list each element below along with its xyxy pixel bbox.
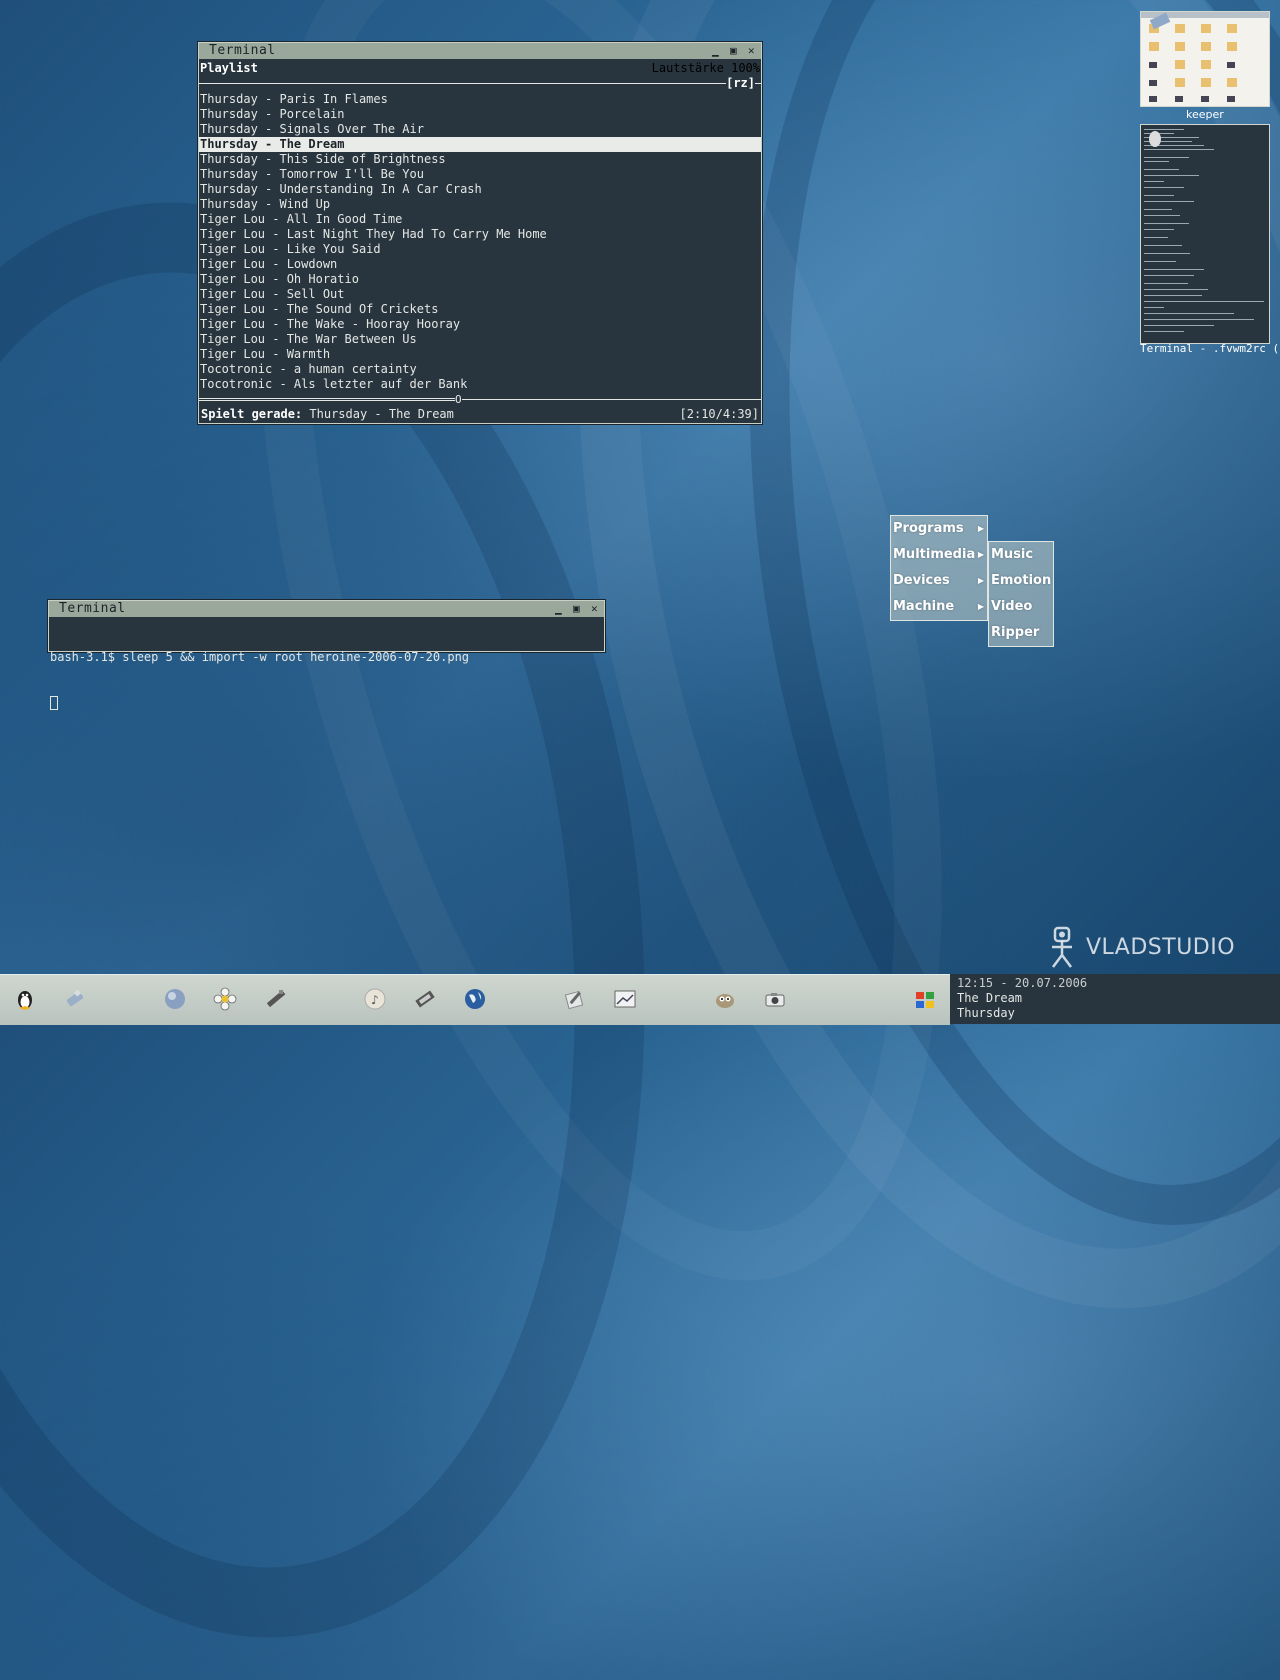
playlist-item[interactable]: Tiger Lou - The Wake - Hooray Hooray: [199, 317, 761, 332]
playlist-item[interactable]: Tiger Lou - Warmth: [199, 347, 761, 362]
window-controls: ▁ ▣ ✕: [710, 43, 757, 59]
submenu-item-music[interactable]: Music: [989, 542, 1053, 568]
maximize-icon[interactable]: ▣: [728, 43, 739, 59]
usb-stick-icon[interactable]: [63, 987, 87, 1011]
root-menu: Programs ▶ Multimedia ▶ Devices ▶ Machine ▶: [890, 515, 988, 621]
clock-track: The Dream: [957, 991, 1023, 1005]
chevron-right-icon: ▶: [977, 602, 984, 611]
menu-item-devices[interactable]: Devices ▶: [891, 568, 987, 594]
minimize-icon[interactable]: ▁: [710, 43, 721, 59]
playlist-item[interactable]: Thursday - This Side of Brightness: [199, 152, 761, 167]
playlist-item[interactable]: Tiger Lou - The War Between Us: [199, 332, 761, 347]
playlist-item[interactable]: Tiger Lou - Like You Said: [199, 242, 761, 257]
chevron-right-icon: ▶: [977, 550, 984, 559]
minimize-icon[interactable]: ▁: [553, 601, 564, 617]
progress-rule: O: [199, 392, 761, 407]
window-titlebar[interactable]: Terminal ▁ ▣ ✕: [49, 601, 604, 617]
pager-thumb-terminal[interactable]: [1140, 124, 1270, 344]
windows-icon[interactable]: [913, 987, 937, 1011]
terminal-thumbnail: [1144, 129, 1264, 332]
playlist-item[interactable]: Thursday - Wind Up: [199, 197, 761, 212]
clock-panel: 12:15 - 20.07.2006 The Dream Thursday: [950, 974, 1280, 1024]
window-titlebar[interactable]: Terminal ▁ ▣ ✕: [199, 43, 761, 59]
logo-figure-icon: [1052, 926, 1072, 968]
playlist-title: Playlist: [200, 61, 258, 75]
playlist-item[interactable]: Thursday - Signals Over The Air: [199, 122, 761, 137]
wallpaper-logo: VLADSTUDIO: [1046, 925, 1235, 969]
menu-item-multimedia[interactable]: Multimedia ▶: [891, 542, 987, 568]
playlist-item[interactable]: Tocotronic - Als letzter auf der Bank: [199, 377, 761, 392]
shell-terminal-window[interactable]: Terminal ▁ ▣ ✕ bash-3.1$ sleep 5 && impo…: [48, 600, 605, 710]
submenu-item-ripper[interactable]: Ripper: [989, 620, 1053, 646]
chevron-right-icon: ▶: [977, 524, 984, 533]
playlist-item-selected[interactable]: Thursday - The Dream: [199, 137, 761, 152]
playlist-item[interactable]: Thursday - Paris In Flames: [199, 92, 761, 107]
track-time: [2:10/4:39]: [679, 407, 759, 421]
close-icon[interactable]: ✕: [589, 601, 600, 617]
command-line: bash-3.1$ sleep 5 && import -w root hero…: [50, 650, 470, 664]
top-rule-tag: [rz]: [726, 75, 755, 90]
logo-text: VLADSTUDIO: [1086, 934, 1236, 960]
image-icon[interactable]: [613, 987, 637, 1011]
flower-icon[interactable]: [213, 987, 237, 1011]
cursor: [50, 695, 603, 710]
menu-item-machine[interactable]: Machine ▶: [891, 594, 987, 620]
file-manager-thumbnail: [1141, 12, 1269, 102]
taskbar: ♪: [0, 974, 950, 1025]
camera-icon[interactable]: [763, 987, 787, 1011]
window-title: Terminal: [59, 601, 126, 616]
gimp-icon[interactable]: [713, 987, 737, 1011]
playlist[interactable]: Thursday - Paris In Flames Thursday - Por…: [199, 92, 761, 392]
player-terminal-window[interactable]: Terminal ▁ ▣ ✕ Playlist Lautstärke 100% …: [198, 42, 762, 424]
playlist-item[interactable]: Thursday - Tomorrow I'll Be You: [199, 167, 761, 182]
volume-readout: Lautstärke 100%: [651, 61, 760, 75]
chevron-right-icon: ▶: [977, 576, 984, 585]
submenu-item-emotion[interactable]: Emotion: [989, 568, 1053, 594]
now-playing-bar: Spielt gerade: Thursday - The Dream [2:1…: [199, 407, 761, 422]
clock-artist: Thursday: [957, 1006, 1015, 1020]
now-playing-track: Thursday - The Dream: [309, 407, 454, 421]
multimedia-submenu: Music Emotion Video Ripper: [988, 541, 1054, 647]
film-icon[interactable]: [413, 987, 437, 1011]
playlist-item[interactable]: Tiger Lou - The Sound Of Crickets: [199, 302, 761, 317]
playlist-item[interactable]: Thursday - Understanding In A Car Crash: [199, 182, 761, 197]
playlist-item[interactable]: Tiger Lou - Oh Horatio: [199, 272, 761, 287]
tux-icon[interactable]: [13, 987, 37, 1011]
pager-thumb-label: keeper: [1186, 108, 1224, 121]
menu-item-programs[interactable]: Programs ▶: [891, 516, 987, 542]
music-disc-icon[interactable]: ♪: [363, 987, 387, 1011]
shell-output[interactable]: bash-3.1$ sleep 5 && import -w root hero…: [49, 617, 604, 740]
earth-icon[interactable]: [463, 987, 487, 1011]
edit-icon[interactable]: [563, 987, 587, 1011]
close-icon[interactable]: ✕: [746, 43, 757, 59]
pager-thumb-label: Terminal - .fvwm2rc (: [1140, 342, 1280, 355]
pager-thumb-keeper[interactable]: [1140, 11, 1270, 107]
clock-datetime: 12:15 - 20.07.2006: [957, 976, 1088, 990]
maximize-icon[interactable]: ▣: [571, 601, 582, 617]
svg-text:♪: ♪: [371, 993, 379, 1007]
playlist-header: Playlist Lautstärke 100%: [199, 59, 761, 77]
playlist-item[interactable]: Tiger Lou - Lowdown: [199, 257, 761, 272]
top-rule: [rz]: [199, 75, 761, 90]
progress-marker: O: [455, 393, 462, 406]
playlist-item[interactable]: Tiger Lou - Sell Out: [199, 287, 761, 302]
playlist-item[interactable]: Tiger Lou - Last Night They Had To Carry…: [199, 227, 761, 242]
window-title: Terminal: [209, 43, 276, 58]
playlist-item[interactable]: Tocotronic - a human certainty: [199, 362, 761, 377]
tools-icon[interactable]: [263, 987, 287, 1011]
now-playing-label: Spielt gerade:: [201, 407, 303, 421]
submenu-item-video[interactable]: Video: [989, 594, 1053, 620]
playlist-item[interactable]: Thursday - Porcelain: [199, 107, 761, 122]
playlist-item[interactable]: Tiger Lou - All In Good Time: [199, 212, 761, 227]
globe-icon[interactable]: [163, 987, 187, 1011]
window-controls: ▁ ▣ ✕: [553, 601, 600, 617]
